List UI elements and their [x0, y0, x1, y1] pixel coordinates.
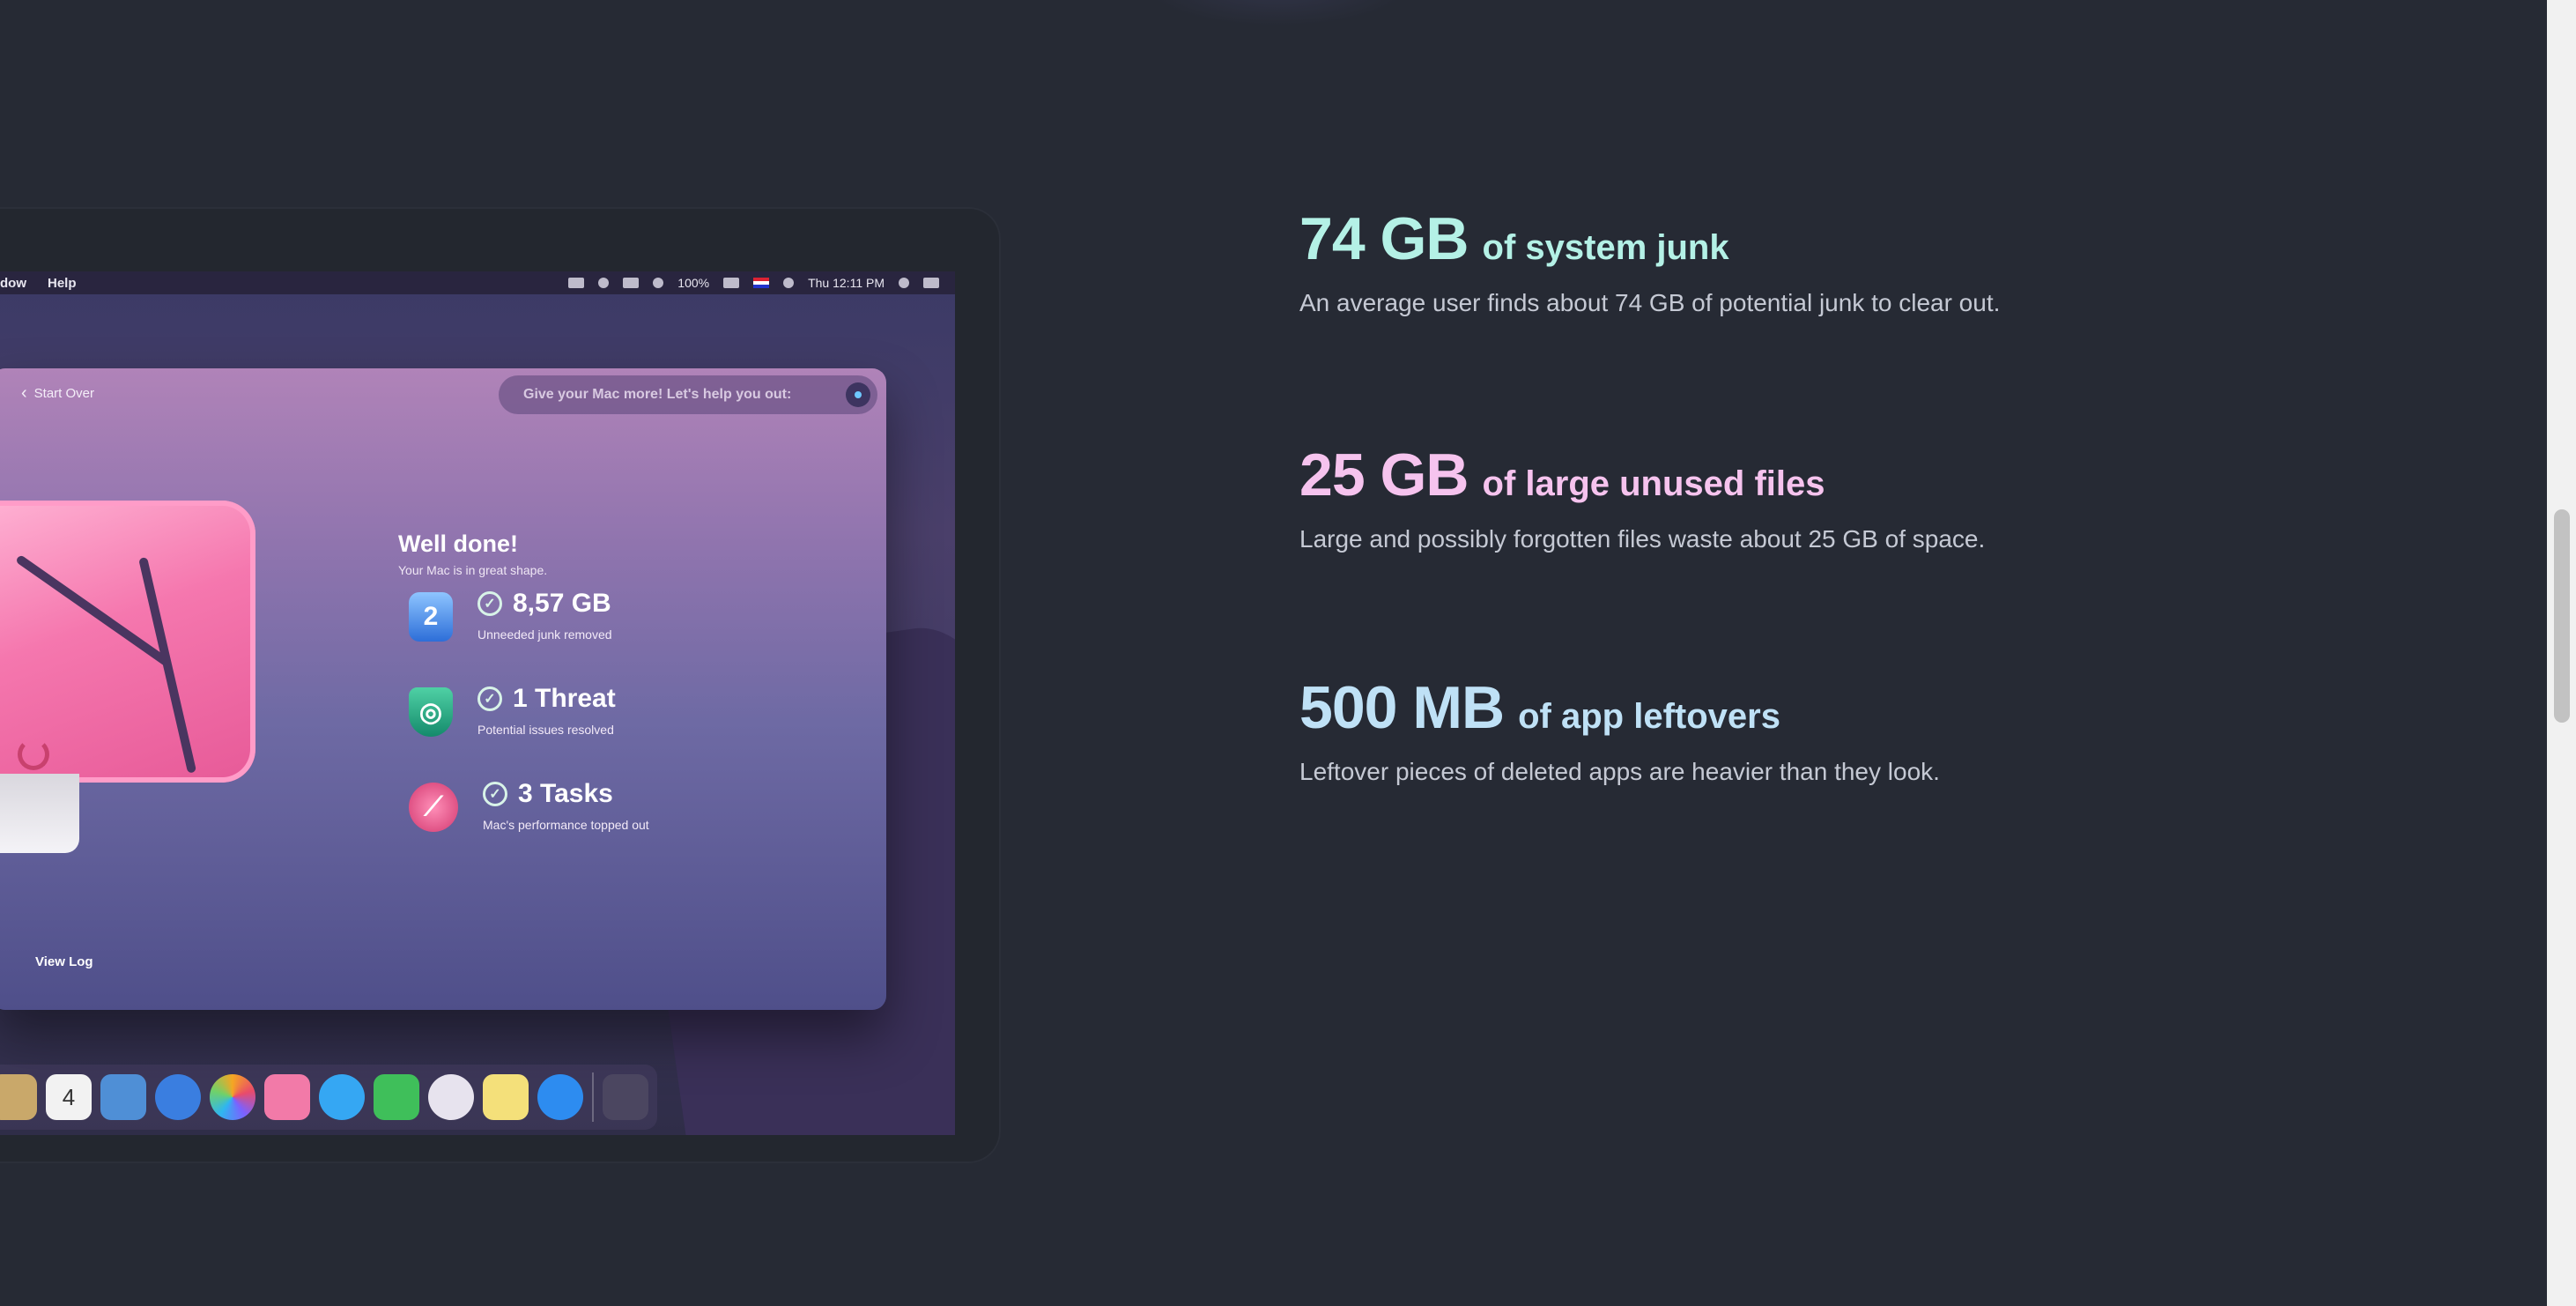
facetime-app-icon[interactable]: [374, 1074, 419, 1120]
notification-center-icon[interactable]: [923, 278, 939, 288]
feature-suffix: of large unused files: [1482, 464, 1825, 503]
background-glow: [1145, 0, 1410, 26]
trash-icon[interactable]: [603, 1074, 648, 1120]
clean-monitor-illustration: [0, 501, 255, 853]
safari-app-icon[interactable]: [155, 1074, 201, 1120]
start-over-label: Start Over: [33, 386, 95, 401]
feature-value: 500 MB: [1299, 674, 1505, 741]
stat-value: 1 Threat: [513, 684, 616, 713]
assistant-dot-icon: [855, 391, 862, 398]
start-over-button[interactable]: ‹ Start Over: [21, 383, 95, 403]
battery-percent: 100%: [677, 276, 710, 290]
feature-body: Large and possibly forgotten files waste…: [1299, 525, 1986, 553]
feature-app-leftovers: 500 MB of app leftovers Leftover pieces …: [1299, 673, 1940, 786]
hard-drive-icon: 2: [409, 592, 453, 642]
feature-suffix: of app leftovers: [1518, 697, 1780, 736]
page-scrollbar[interactable]: [2547, 0, 2576, 1306]
stat-tasks: ⟋ ✓ 3 Tasks Mac's performance topped out: [409, 779, 649, 832]
feature-value: 74 GB: [1299, 205, 1469, 272]
volume-icon[interactable]: [783, 278, 795, 288]
promo-text: Give your Mac more! Let's help you out:: [523, 387, 792, 402]
stat-value: 8,57 GB: [513, 589, 611, 618]
messages-app-icon[interactable]: [319, 1074, 365, 1120]
music-app-icon[interactable]: [428, 1074, 474, 1120]
chevron-left-icon: ‹: [21, 383, 27, 403]
check-circle-icon: ✓: [477, 591, 502, 616]
feature-body: An average user finds about 74 GB of pot…: [1299, 289, 2001, 316]
stat-label: Unneeded junk removed: [477, 627, 612, 642]
stat-threats: ◎ ✓ 1 Threat Potential issues resolved: [409, 684, 616, 737]
cleanmymac-app-icon[interactable]: [264, 1074, 310, 1120]
menubar-clock[interactable]: Thu 12:11 PM: [808, 276, 885, 290]
mac-screenshot: dow Help 100% Thu 12:11 PM ‹ Start Over …: [0, 271, 955, 1135]
promo-banner[interactable]: Give your Mac more! Let's help you out:: [499, 375, 877, 414]
feature-large-files: 25 GB of large unused files Large and po…: [1299, 441, 1985, 553]
cleanmymac-window: ‹ Start Over Give your Mac more! Let's h…: [0, 368, 886, 1010]
check-circle-icon: ✓: [483, 782, 507, 806]
view-log-button[interactable]: View Log: [35, 954, 93, 969]
stat-junk: 2 ✓ 8,57 GB Unneeded junk removed: [409, 589, 612, 642]
battery-icon[interactable]: [723, 278, 740, 288]
stat-label: Mac's performance topped out: [483, 818, 649, 832]
result-subheading: Your Mac is in great shape.: [398, 563, 548, 577]
dock-separator: [592, 1072, 594, 1122]
stat-label: Potential issues resolved: [477, 723, 614, 737]
feature-body: Leftover pieces of deleted apps are heav…: [1299, 758, 1940, 785]
feature-system-junk: 74 GB of system junk An average user fin…: [1299, 204, 2000, 317]
scrollbar-thumb[interactable]: [2554, 509, 2570, 723]
airplay-icon[interactable]: [623, 278, 640, 288]
photos-app-icon[interactable]: [210, 1074, 255, 1120]
wifi-icon[interactable]: [653, 278, 664, 288]
spotlight-search-icon[interactable]: [899, 278, 909, 288]
maps-app-icon[interactable]: [100, 1074, 146, 1120]
us-flag-icon[interactable]: [753, 278, 770, 288]
result-heading: Well done!: [398, 531, 519, 557]
bluetooth-icon[interactable]: [598, 278, 610, 288]
display-icon[interactable]: [568, 278, 585, 288]
speed-gauge-icon: ⟋: [409, 783, 458, 832]
monitor-stand: [0, 774, 79, 853]
mac-dock: 4: [0, 1065, 657, 1130]
check-circle-icon: ✓: [477, 686, 502, 711]
assistant-button[interactable]: [846, 382, 870, 407]
app-store-icon[interactable]: [537, 1074, 583, 1120]
shield-fingerprint-icon: ◎: [409, 687, 453, 737]
feature-suffix: of system junk: [1482, 228, 1729, 267]
wiper-arm: [138, 556, 197, 774]
notes-app-icon[interactable]: [483, 1074, 529, 1120]
result-summary: Well done! Your Mac is in great shape.: [398, 531, 547, 577]
menubar-status: 100% Thu 12:11 PM: [568, 271, 939, 294]
stat-value: 3 Tasks: [518, 779, 613, 808]
menu-help[interactable]: Help: [48, 276, 85, 291]
spinner-icon: [18, 738, 49, 770]
mac-menubar: dow Help 100% Thu 12:11 PM: [0, 271, 955, 294]
notes-app-icon[interactable]: [0, 1074, 37, 1120]
calendar-app-icon[interactable]: 4: [46, 1074, 92, 1120]
menu-window[interactable]: dow: [0, 276, 35, 291]
feature-value: 25 GB: [1299, 442, 1469, 508]
